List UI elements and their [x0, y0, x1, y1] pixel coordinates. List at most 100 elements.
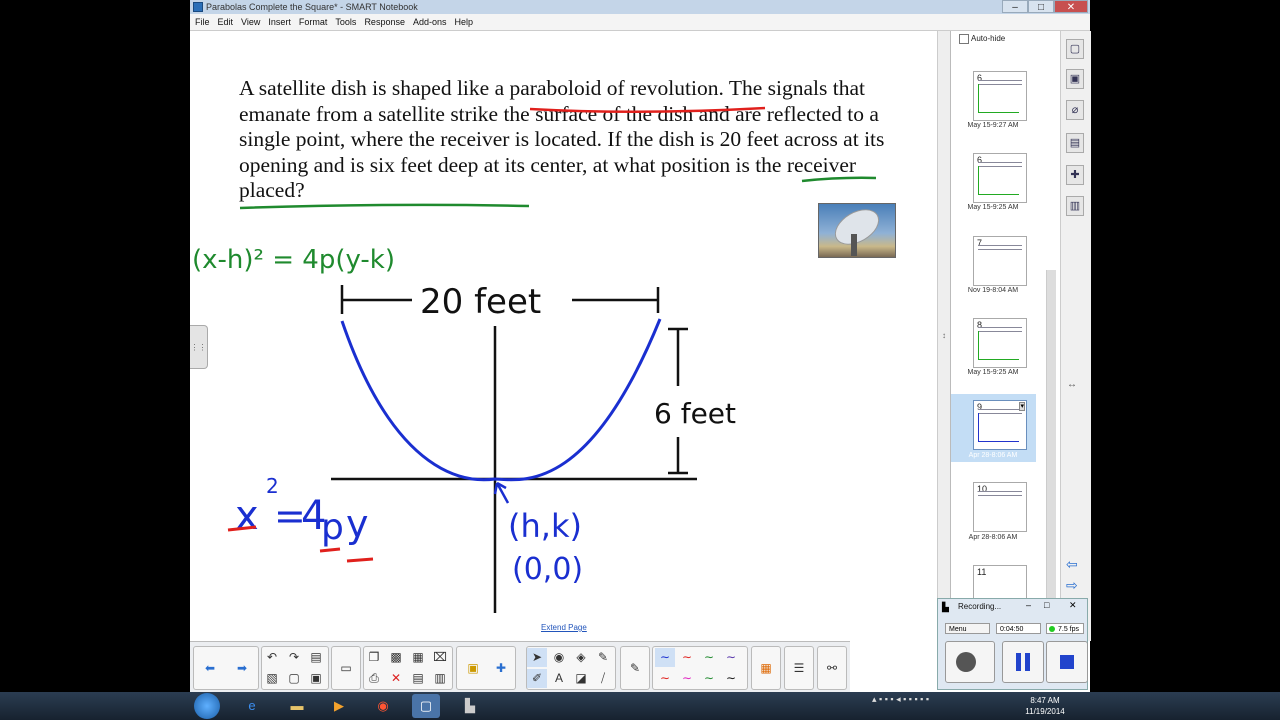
thumb-label: May 15-9:25 AM: [967, 369, 1019, 376]
stop-button[interactable]: [1046, 641, 1088, 683]
start-button[interactable]: [194, 693, 220, 719]
color-group: ▦: [751, 646, 781, 690]
page-sorter-tab-icon[interactable]: ▢: [1066, 39, 1084, 59]
menu-tools[interactable]: Tools: [335, 17, 356, 27]
menu-response[interactable]: Response: [364, 17, 405, 27]
page-thumbnail[interactable]: 8: [973, 318, 1027, 368]
shape-tool-button[interactable]: ◪: [571, 669, 591, 688]
document-camera-button[interactable]: ⎙: [364, 669, 384, 688]
show-hide-button[interactable]: ▢: [284, 669, 304, 688]
pen-icon[interactable]: ✎: [625, 659, 645, 678]
notebook-page[interactable]: A satellite dish is shaped like a parabo…: [190, 31, 937, 641]
menu-addons[interactable]: Add-ons: [413, 17, 447, 27]
screen-capture-button[interactable]: ⌧: [430, 648, 450, 667]
pen-green-thick-button[interactable]: ∼: [699, 669, 719, 688]
lesson-activity-button[interactable]: ▣: [463, 659, 483, 678]
clock-time: 8:47 AM: [1030, 696, 1060, 705]
pen-green-button[interactable]: ∼: [699, 648, 719, 667]
select-tool-button[interactable]: ➤: [527, 648, 547, 667]
eraser-tool-button[interactable]: ◈: [571, 648, 591, 667]
insert-image-button[interactable]: ▩: [386, 648, 406, 667]
page-thumbnail[interactable]: 7: [973, 236, 1027, 286]
maximize-button[interactable]: □: [1028, 0, 1054, 13]
pen-purple-button[interactable]: ∼: [721, 648, 741, 667]
chrome-icon[interactable]: ◉: [369, 694, 397, 718]
previous-page-icon[interactable]: ⇦: [1066, 556, 1078, 573]
paste-button[interactable]: ▤: [306, 648, 326, 667]
app-icon: [193, 2, 203, 12]
lesson-tab-icon[interactable]: ▥: [1066, 196, 1084, 216]
media-player-icon[interactable]: ▶: [325, 694, 353, 718]
addon-button[interactable]: ✚: [491, 659, 511, 678]
undo-button[interactable]: ↶: [262, 648, 282, 667]
underline-paraboloid: [529, 106, 766, 114]
system-tray-icons[interactable]: ▴ ▪ ▪ ▪ ◂ ▪ ▪ ▪ ▪ ▪: [872, 694, 929, 705]
line-tool-button[interactable]: ⧸: [593, 669, 613, 688]
layout-button[interactable]: ▥: [430, 669, 450, 688]
properties-icon[interactable]: ⚯: [822, 659, 842, 678]
clock[interactable]: 8:47 AM 11/19/2014: [1020, 695, 1070, 717]
pen-red-button[interactable]: ∼: [677, 648, 697, 667]
pen-tool-button[interactable]: ✐: [527, 669, 547, 688]
menu-edit[interactable]: Edit: [218, 17, 234, 27]
color-palette-icon[interactable]: ▦: [756, 659, 776, 678]
page-thumbnail[interactable]: 6: [973, 71, 1027, 121]
recorder-restore-button[interactable]: □: [1044, 600, 1049, 610]
thumb-menu-icon[interactable]: ▾: [1019, 402, 1025, 411]
pause-button[interactable]: [1002, 641, 1044, 683]
full-screen-button[interactable]: ▭: [336, 659, 356, 678]
menu-view[interactable]: View: [241, 17, 260, 27]
capture-button[interactable]: ▣: [306, 669, 326, 688]
redo-button[interactable]: ↷: [284, 648, 304, 667]
menu-insert[interactable]: Insert: [268, 17, 291, 27]
properties-tab-icon[interactable]: ▤: [1066, 133, 1084, 153]
pen-blue-button[interactable]: ∼: [655, 648, 675, 667]
file-explorer-icon[interactable]: ▬: [283, 694, 311, 718]
screen-shade-button[interactable]: ▧: [262, 669, 282, 688]
width-marker-left: [340, 285, 412, 314]
page-thumbnail[interactable]: 11: [973, 565, 1027, 601]
addons-tab-icon[interactable]: ✚: [1066, 165, 1084, 185]
page-scrollbar[interactable]: ↕: [937, 31, 950, 641]
page-thumbnail[interactable]: 6: [973, 153, 1027, 203]
thumb-label: Apr 28-8:06 AM: [968, 452, 1018, 459]
minimize-button[interactable]: –: [1002, 0, 1028, 13]
line-style-icon[interactable]: ☰: [789, 659, 809, 678]
text-tool-button[interactable]: A: [549, 669, 569, 688]
gallery-tab-icon[interactable]: ▣: [1066, 69, 1084, 89]
menu-help[interactable]: Help: [455, 17, 474, 27]
page-thumbnail-selected[interactable]: 9 ▾: [973, 400, 1027, 450]
pen-red-thick-button[interactable]: ∼: [655, 669, 675, 688]
smart-notebook-taskbar-icon[interactable]: ▢: [412, 694, 440, 718]
recorder-panel: ▙ Recording... – □ ✕ Menu 0:04:50 7.5 fp…: [937, 598, 1088, 690]
internet-explorer-icon[interactable]: e: [238, 694, 266, 718]
extend-page-link[interactable]: Extend Page: [541, 623, 587, 632]
menu-format[interactable]: Format: [299, 17, 328, 27]
next-page-icon[interactable]: ⇨: [1066, 577, 1078, 594]
table-insert-button[interactable]: ▤: [408, 669, 428, 688]
table-button[interactable]: ▦: [408, 648, 428, 667]
recorder-taskbar-icon[interactable]: ▙: [456, 694, 484, 718]
pen-black-button[interactable]: ∼: [721, 669, 741, 688]
title-bar: Parabolas Complete the Square* - SMART N…: [190, 0, 1090, 14]
menu-file[interactable]: File: [195, 17, 210, 27]
copy-button[interactable]: ❐: [364, 648, 384, 667]
pen-pink-button[interactable]: ∼: [677, 669, 697, 688]
autohide-checkbox[interactable]: Auto-hide: [959, 34, 1005, 44]
thumb-label: Apr 28-8:06 AM: [968, 534, 1018, 541]
recorder-minimize-button[interactable]: –: [1026, 600, 1031, 610]
resize-icon[interactable]: ↔: [1067, 379, 1077, 390]
sorter-scrollbar[interactable]: [1046, 270, 1056, 600]
fill-tool-button[interactable]: ◉: [549, 648, 569, 667]
attachments-tab-icon[interactable]: ⌀: [1066, 100, 1084, 120]
recorder-menu-button[interactable]: Menu: [945, 623, 990, 634]
next-page-button[interactable]: ➡: [232, 659, 252, 678]
close-button[interactable]: ✕: [1054, 0, 1088, 13]
vertex-form-equation: (x-h)² = 4p(y-k): [192, 245, 395, 275]
recorder-close-button[interactable]: ✕: [1069, 600, 1077, 611]
magic-pen-button[interactable]: ✎: [593, 648, 613, 667]
page-thumbnail[interactable]: 10: [973, 482, 1027, 532]
previous-page-button[interactable]: ⬅: [200, 659, 220, 678]
delete-button[interactable]: ✕: [386, 669, 406, 688]
record-button[interactable]: [945, 641, 995, 683]
